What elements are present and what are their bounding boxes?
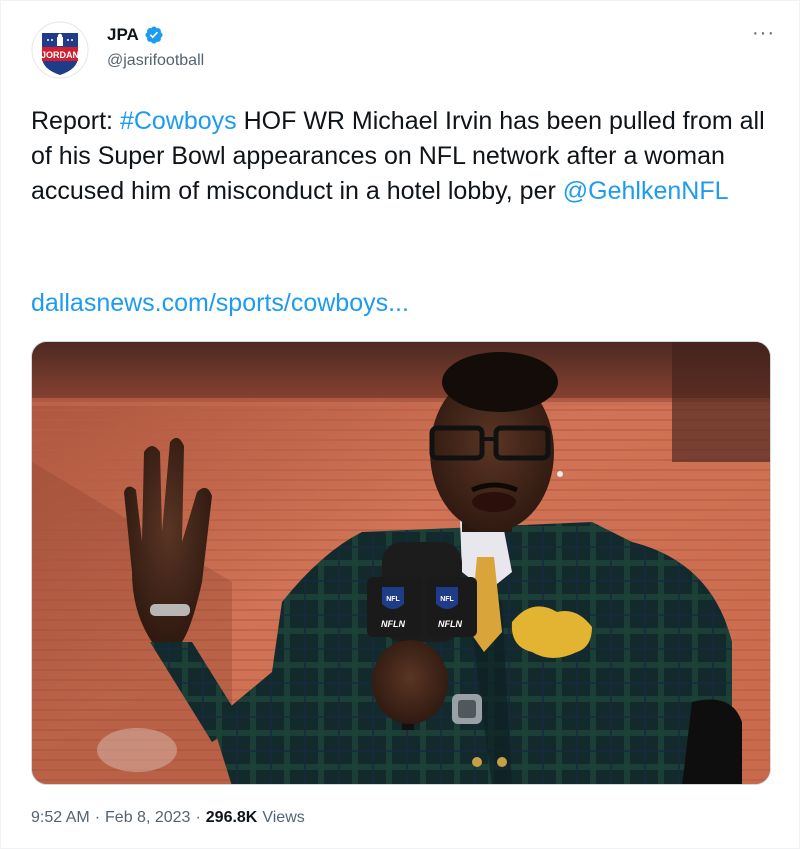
avatar-logo: JORDAN: [31, 21, 89, 79]
avatar[interactable]: JORDAN: [31, 21, 89, 79]
name-row: JPA: [107, 25, 164, 45]
tweet-text: Report: #Cowboys HOF WR Michael Irvin ha…: [31, 104, 781, 209]
display-name[interactable]: JPA: [107, 25, 139, 45]
views-count: 296.8K: [205, 809, 258, 826]
views-label: Views: [262, 809, 305, 826]
tweet-meta: 9:52 AM · Feb 8, 2023 · 296.8K Views: [31, 809, 305, 827]
tweet-header: JORDAN JPA @jasrifootball ···: [31, 19, 781, 83]
more-icon[interactable]: ···: [752, 23, 775, 43]
tweet-time[interactable]: 9:52 AM: [31, 809, 90, 827]
meta-separator: ·: [195, 809, 201, 826]
tweet-date[interactable]: Feb 8, 2023: [105, 809, 190, 827]
verified-badge-icon: [145, 26, 163, 44]
mic-flag-left: NFLN: [381, 619, 405, 629]
tweet-card[interactable]: JORDAN JPA @jasrifootball ··· Report: #C…: [0, 0, 800, 849]
photo-illustration: NFL NFL NFLN NFLN: [32, 342, 770, 784]
avatar-text: JORDAN: [41, 50, 79, 60]
mic-shield-left: NFL: [386, 596, 400, 603]
tweet-text-prefix: Report:: [31, 107, 120, 135]
mic-flag-right: NFLN: [438, 619, 462, 629]
article-link[interactable]: dallasnews.com/sports/cowboys...: [31, 286, 409, 321]
mention-link[interactable]: @GehlkenNFL: [563, 177, 729, 205]
meta-separator: ·: [94, 809, 101, 826]
tweet-media-image[interactable]: NFL NFL NFLN NFLN: [31, 341, 771, 785]
author-handle[interactable]: @jasrifootball: [107, 52, 204, 70]
mic-shield-right: NFL: [440, 596, 454, 603]
hashtag-link[interactable]: #Cowboys: [120, 107, 237, 135]
